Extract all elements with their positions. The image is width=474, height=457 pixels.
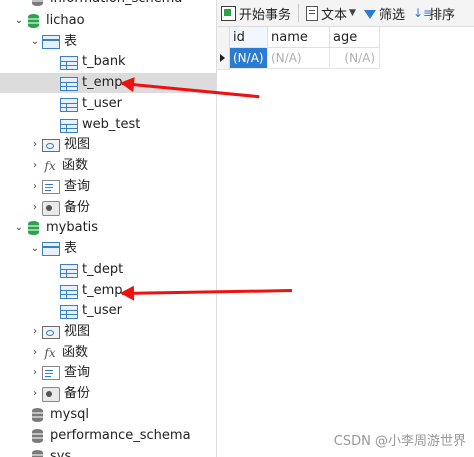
table-icon: [60, 284, 78, 299]
tree-table-item[interactable]: t_emp: [60, 281, 123, 301]
tables-folder-icon: [42, 242, 60, 256]
tree-queries-folder[interactable]: › 查询: [28, 363, 90, 383]
table-icon: [60, 263, 78, 278]
tree-db-mysql[interactable]: mysql: [30, 405, 89, 425]
chevron-right-icon[interactable]: ›: [28, 135, 42, 155]
text-view-button[interactable]: 文本 ▼: [302, 2, 360, 24]
function-icon: fx: [44, 159, 56, 173]
cell-age[interactable]: (N/A): [330, 48, 380, 69]
tree-queries-folder[interactable]: › 查询: [28, 177, 90, 197]
tree-db-information-schema[interactable]: information_schema: [30, 0, 182, 9]
chevron-down-icon[interactable]: ⌄: [28, 32, 42, 52]
table-icon: [60, 118, 78, 133]
tree-backups-folder[interactable]: › 备份: [28, 198, 90, 218]
tree-db-performance-schema[interactable]: performance_schema: [30, 426, 191, 446]
cell-name[interactable]: (N/A): [268, 48, 330, 69]
watermark: CSDN @小李周游世界: [333, 434, 466, 449]
sort-button[interactable]: ↓≡ 排序: [409, 2, 459, 24]
caret-down-icon: ▼: [349, 8, 356, 18]
chevron-down-icon[interactable]: ⌄: [28, 239, 42, 259]
begin-transaction-button[interactable]: 开始事务: [217, 2, 295, 24]
tree-db-sys[interactable]: sys: [30, 447, 71, 457]
view-icon: [42, 325, 60, 339]
filter-button[interactable]: 筛选: [360, 2, 409, 24]
database-icon: [30, 428, 46, 444]
backup-icon: [42, 200, 60, 216]
tree-db-lichao[interactable]: ⌄ lichao: [12, 11, 85, 31]
query-icon: [42, 180, 60, 194]
chevron-right-icon[interactable]: ›: [28, 198, 42, 218]
cell-id[interactable]: (N/A): [230, 48, 268, 69]
database-icon: [30, 449, 46, 457]
view-icon: [42, 138, 60, 152]
data-grid: id name age (N/A) (N/A) (N/A): [217, 27, 380, 70]
sort-icon: ↓≡: [412, 5, 434, 20]
table-row[interactable]: (N/A) (N/A) (N/A): [217, 48, 380, 70]
tree-tables-folder[interactable]: ⌄ 表: [28, 32, 77, 52]
row-header-corner: [217, 27, 230, 49]
grid-header-row: id name age: [217, 27, 380, 49]
tables-folder-icon: [42, 35, 60, 49]
tree-table-item[interactable]: t_bank: [60, 52, 126, 72]
tree-table-item[interactable]: web_test: [60, 115, 140, 135]
table-icon: [60, 76, 78, 91]
database-icon: [26, 13, 42, 29]
tree-functions-folder[interactable]: › fx 函数: [28, 156, 88, 176]
column-header-name[interactable]: name: [268, 27, 330, 48]
current-row-indicator[interactable]: [217, 48, 230, 70]
grid-toolbar: 开始事务 文本 ▼ 筛选 ↓≡ 排序: [217, 0, 474, 27]
table-icon: [60, 55, 78, 70]
toolbar-divider: [298, 4, 300, 22]
table-icon: [60, 97, 78, 112]
chevron-down-icon[interactable]: ⌄: [12, 11, 26, 31]
table-icon: [60, 304, 78, 319]
transaction-icon: [221, 5, 236, 21]
database-icon: [30, 0, 46, 7]
filter-icon: [363, 9, 376, 19]
tree-table-item[interactable]: t_user: [60, 301, 122, 321]
text-icon: [306, 5, 319, 21]
chevron-right-icon[interactable]: ›: [28, 343, 42, 363]
tree-views-folder[interactable]: › 视图: [28, 322, 90, 342]
column-header-id[interactable]: id: [230, 27, 268, 48]
database-icon: [30, 407, 46, 423]
backup-icon: [42, 386, 60, 402]
chevron-right-icon[interactable]: ›: [28, 384, 42, 404]
query-icon: [42, 366, 60, 380]
tree-backups-folder[interactable]: › 备份: [28, 384, 90, 404]
chevron-right-icon[interactable]: ›: [28, 156, 42, 176]
chevron-right-icon[interactable]: ›: [28, 363, 42, 383]
tree-table-item[interactable]: t_dept: [60, 260, 123, 280]
function-icon: fx: [44, 346, 56, 360]
column-header-age[interactable]: age: [330, 27, 380, 48]
chevron-right-icon[interactable]: ›: [28, 177, 42, 197]
tree-table-item[interactable]: t_user: [60, 94, 122, 114]
navigator-tree: information_schema ⌄ lichao ⌄ 表 t_bank t…: [0, 0, 217, 457]
chevron-down-icon[interactable]: ⌄: [12, 218, 26, 238]
database-icon: [26, 220, 42, 236]
chevron-right-icon[interactable]: ›: [28, 322, 42, 342]
tree-db-mybatis[interactable]: ⌄ mybatis: [12, 218, 98, 238]
tree-functions-folder[interactable]: › fx 函数: [28, 343, 88, 363]
tree-views-folder[interactable]: › 视图: [28, 135, 90, 155]
tree-tables-folder[interactable]: ⌄ 表: [28, 239, 77, 259]
